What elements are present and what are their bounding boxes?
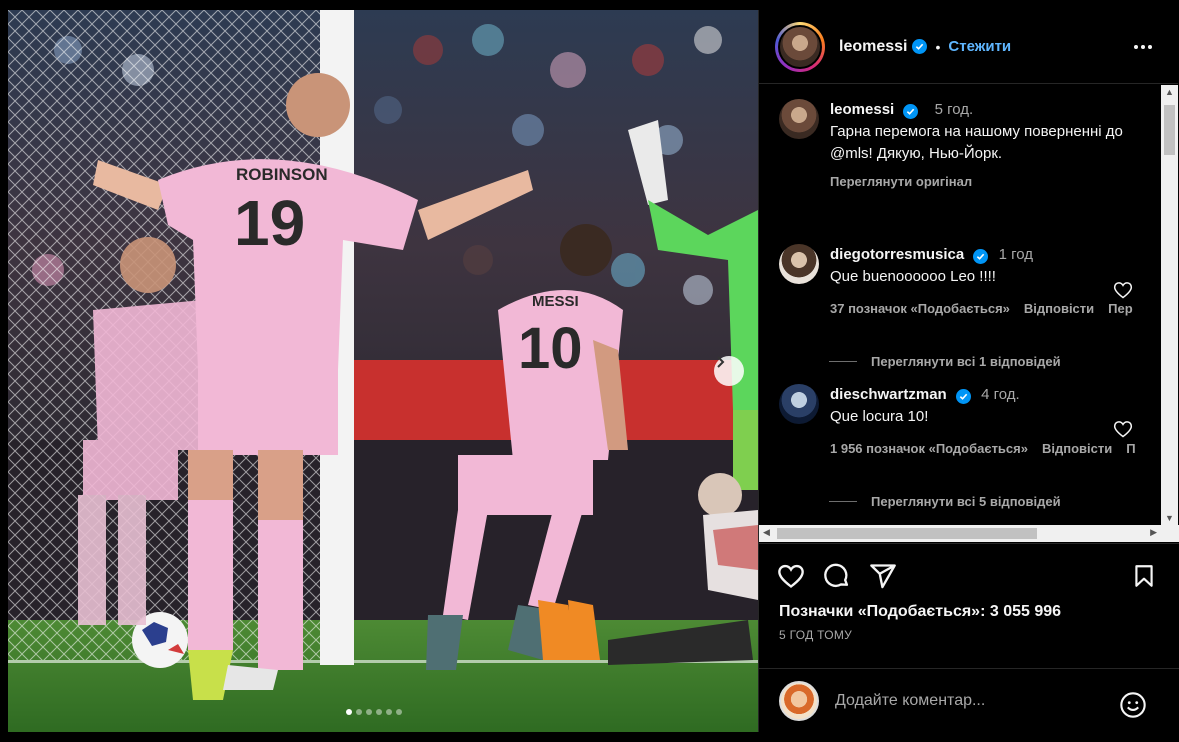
current-user-avatar [779,680,819,721]
comment-time[interactable]: 1 год [999,246,1033,263]
verified-badge-icon [973,249,989,264]
comment-time[interactable]: 4 год. [981,386,1020,403]
comment-like-heart-icon[interactable] [1113,419,1133,439]
save-bookmark-icon[interactable] [1131,562,1157,590]
reply-button[interactable]: Відповісти [1024,301,1094,316]
view-replies-label: Переглянути всі 1 відповідей [871,354,1061,369]
jersey-19-number: 19 [234,187,305,259]
view-replies-button[interactable]: Переглянути всі 5 відповідей [829,494,1061,509]
follow-button[interactable]: Стежити [948,38,1011,55]
view-replies-label: Переглянути всі 5 відповідей [871,494,1061,509]
comment-extra-link[interactable]: Пер [1108,301,1133,316]
carousel-dot [376,709,382,715]
header-separator: • [935,38,941,55]
post-photo[interactable]: ROBINSON 19 MESSI 10 [8,10,758,732]
carousel-dot [366,709,372,715]
carousel-dot [346,709,352,715]
comment-username[interactable]: diegotorresmusica [830,246,964,263]
like-heart-icon[interactable] [777,562,805,590]
comments-list[interactable]: leomessi 5 год. Гарна перемога на нашому… [759,85,1179,540]
scrollbar-thumb[interactable] [1164,105,1175,155]
caption-avatar[interactable] [779,99,819,139]
caption-time[interactable]: 5 год. [935,101,974,118]
scroll-down-arrow-icon[interactable]: ▼ [1165,513,1174,523]
comment-bubble-icon[interactable] [823,562,851,590]
comment-username[interactable]: dieschwartzman [830,386,947,403]
view-replies-button[interactable]: Переглянути всі 1 відповідей [829,354,1061,369]
caption-username[interactable]: leomessi [830,101,894,118]
verified-badge-icon [912,39,928,54]
verified-badge-icon [955,389,971,404]
comment-item: dieschwartzman 4 год. Que locura 10! 1 9… [779,384,1150,460]
comment-text: Que locura 10! [830,408,929,425]
post-modal: ROBINSON 19 MESSI 10 leomessi • Стежити … [8,10,1179,732]
translate-link[interactable]: Переглянути оригінал [830,171,1130,193]
author-username[interactable]: leomessi [839,38,907,56]
comment-like-heart-icon[interactable] [1113,280,1133,300]
more-horizontal-icon[interactable] [1132,36,1154,58]
comments-vertical-scrollbar[interactable]: ▲ ▼ [1161,85,1178,525]
post-actions: Позначки «Подобається»: 3 055 996 5 ГОД … [759,543,1179,667]
next-slide-button[interactable] [714,356,744,386]
post-time[interactable]: 5 ГОД ТОМУ [779,628,852,642]
jersey-19-name: ROBINSON [236,165,328,184]
carousel-dot [356,709,362,715]
comment-text: Que buenoooooo Leo !!!! [830,268,996,285]
carousel-indicator [346,709,402,715]
emoji-smiley-icon[interactable] [1119,691,1147,719]
jersey-10-number: 10 [518,316,583,381]
scrollbar-thumb[interactable] [777,528,1037,539]
share-send-icon[interactable] [869,562,897,590]
comment-likes-count[interactable]: 1 956 позначок «Подобається» [830,441,1028,456]
chevron-right-icon [717,356,725,368]
carousel-dot [396,709,402,715]
scroll-left-arrow-icon[interactable]: ◀ [763,527,770,538]
comment-extra-link[interactable]: П [1126,441,1135,456]
comment-likes-count[interactable]: 37 позначок «Подобається» [830,301,1010,316]
carousel-dot [386,709,392,715]
jersey-10-name: MESSI [532,293,579,310]
caption: leomessi 5 год. Гарна перемога на нашому… [779,99,1130,193]
post-header: leomessi • Стежити [759,10,1178,84]
add-comment-bar [759,668,1179,732]
photo-illustration: ROBINSON 19 MESSI 10 [8,10,758,732]
comment-avatar[interactable] [779,244,819,284]
comment-item: diegotorresmusica 1 год Que buenoooooo L… [779,244,1147,320]
scroll-up-arrow-icon[interactable]: ▲ [1165,87,1174,97]
caption-text: Гарна перемога на нашому поверненні до @… [830,123,1123,162]
post-side-panel: leomessi • Стежити leomessi 5 год. Гарна… [758,10,1179,732]
reply-button[interactable]: Відповісти [1042,441,1112,456]
comment-input[interactable] [835,691,1115,710]
scroll-right-arrow-icon[interactable]: ▶ [1150,527,1157,538]
comments-horizontal-scrollbar[interactable]: ◀ ▶ [759,525,1179,542]
comment-avatar[interactable] [779,384,819,424]
likes-count[interactable]: Позначки «Подобається»: 3 055 996 [779,603,1061,621]
author-avatar[interactable] [775,21,825,72]
verified-badge-icon [903,104,919,119]
